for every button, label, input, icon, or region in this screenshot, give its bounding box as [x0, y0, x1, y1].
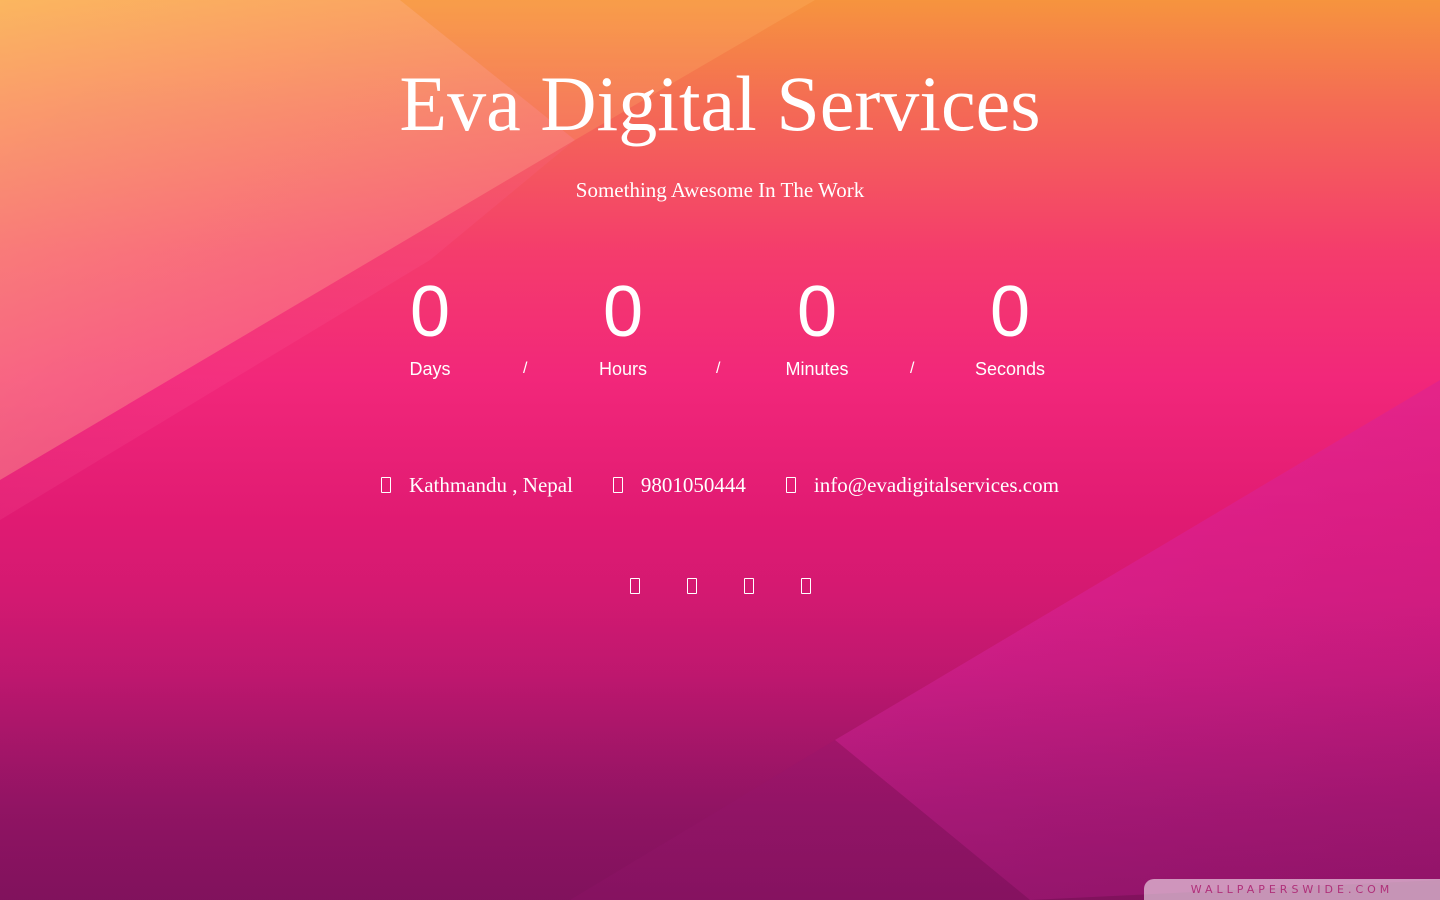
countdown-days: 0 Days: [330, 268, 530, 380]
countdown-minutes-value: 0: [796, 272, 838, 352]
wallpaper-watermark: WALLPAPERSWIDE.COM: [1144, 879, 1440, 900]
contact-info: Kathmandu , Nepal 9801050444 info@evadig…: [0, 470, 1440, 500]
linkedin-icon[interactable]: [800, 578, 811, 594]
contact-location-text: Kathmandu , Nepal: [409, 473, 573, 497]
contact-phone-text[interactable]: 9801050444: [641, 470, 746, 500]
social-links: [0, 578, 1440, 594]
countdown-timer: 0 Days / 0 Hours / 0 Minutes / 0 Seconds: [330, 268, 1110, 388]
facebook-icon[interactable]: [629, 578, 640, 594]
page-title: Eva Digital Services: [399, 60, 1041, 147]
countdown-minutes-label: Minutes: [785, 359, 849, 379]
countdown-days-value: 0: [409, 272, 451, 352]
instagram-icon[interactable]: [743, 578, 754, 594]
map-marker-icon: [381, 477, 392, 493]
countdown-seconds: 0 Seconds: [910, 268, 1110, 380]
countdown-seconds-value: 0: [989, 272, 1031, 352]
countdown-hours-label: Hours: [598, 359, 647, 379]
countdown-minutes: 0 Minutes: [717, 268, 917, 380]
envelope-icon: [785, 477, 796, 493]
phone-icon: [612, 477, 623, 493]
contact-email[interactable]: info@evadigitalservices.com: [785, 470, 1059, 500]
countdown-seconds-label: Seconds: [974, 359, 1046, 379]
countdown-hours: 0 Hours: [523, 268, 723, 380]
contact-phone[interactable]: 9801050444: [612, 470, 746, 500]
twitter-icon[interactable]: [686, 578, 697, 594]
countdown-hours-value: 0: [602, 272, 644, 352]
page-subtitle: Something Awesome In The Work: [575, 178, 865, 202]
contact-email-text[interactable]: info@evadigitalservices.com: [814, 470, 1059, 500]
contact-location: Kathmandu , Nepal: [381, 470, 573, 500]
countdown-days-label: Days: [409, 359, 451, 379]
